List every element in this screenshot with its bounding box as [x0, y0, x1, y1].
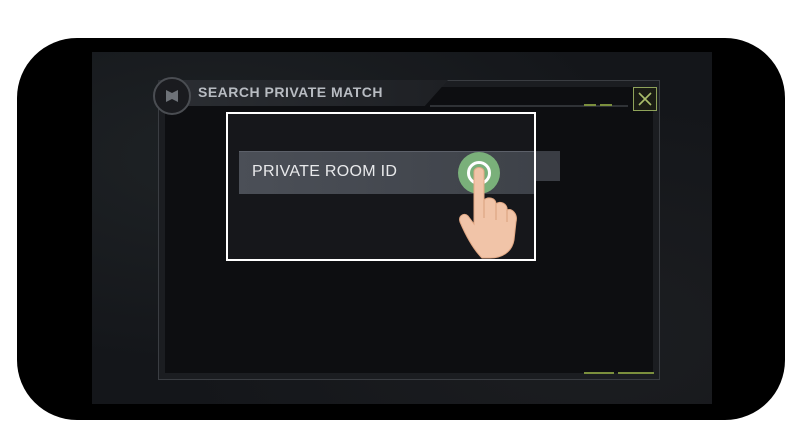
dialog-title: SEARCH PRIVATE MATCH [198, 84, 383, 100]
emblem-glyph [166, 90, 178, 102]
game-emblem-icon [153, 77, 191, 115]
tap-hand-icon [459, 167, 517, 259]
close-x-icon [638, 92, 652, 106]
accent-dash [584, 104, 596, 106]
accent-dash [618, 372, 654, 374]
accent-dash [600, 104, 612, 106]
close-button[interactable] [633, 87, 657, 111]
header-divider [430, 105, 628, 107]
private-room-id-label: PRIVATE ROOM ID [252, 163, 398, 180]
accent-dash [584, 372, 614, 374]
